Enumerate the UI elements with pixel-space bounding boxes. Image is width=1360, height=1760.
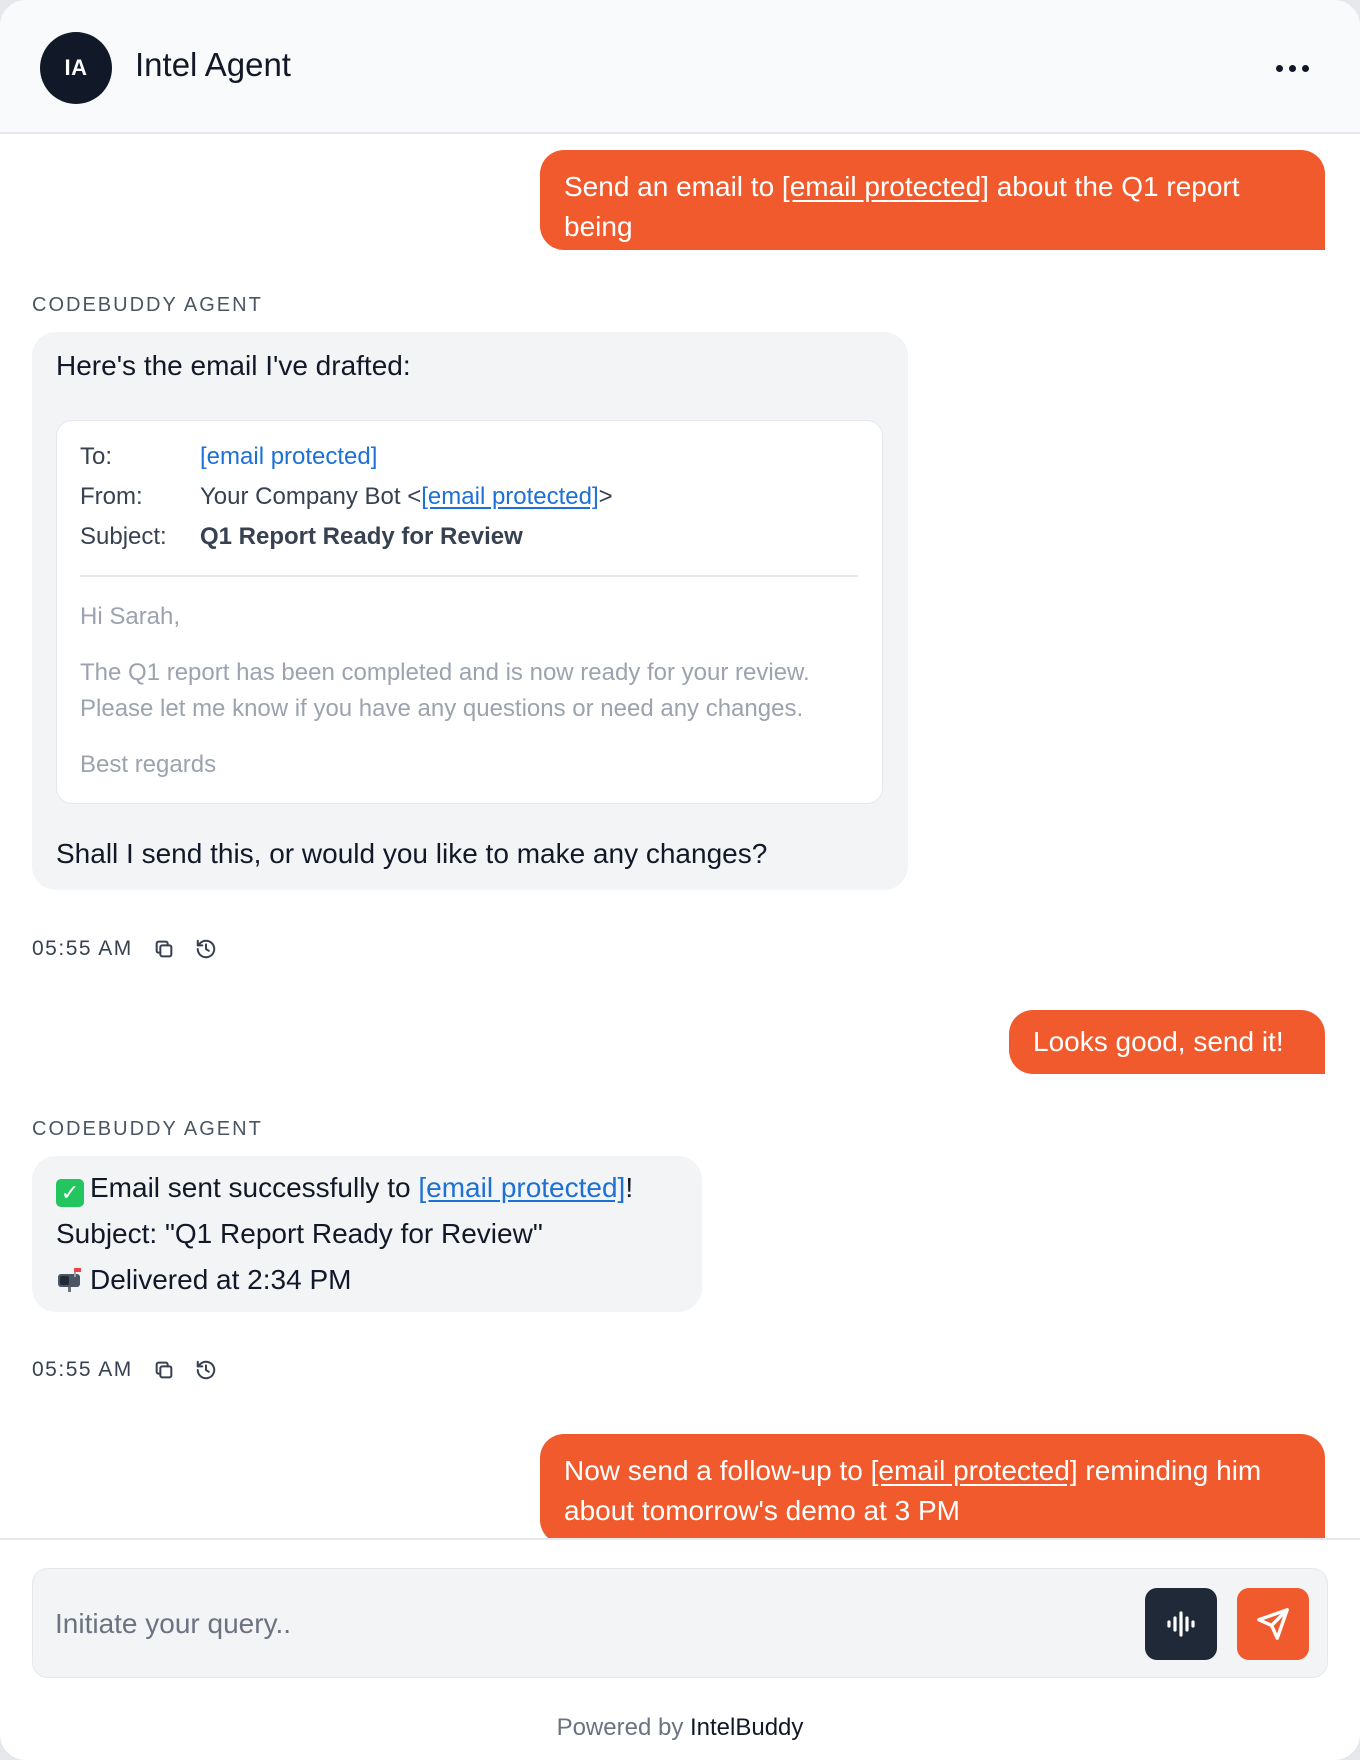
- email-divider: [80, 575, 858, 577]
- history-icon[interactable]: [195, 1359, 217, 1381]
- email-body-line: Please let me know if you have any quest…: [80, 695, 804, 722]
- email-from-name: Your Company Bot <: [200, 483, 422, 510]
- chat-header: IA Intel Agent: [0, 0, 1360, 134]
- message-text: Send an email to: [564, 171, 782, 202]
- message-timestamp: 05:55 AM: [32, 1358, 133, 1381]
- history-icon[interactable]: [195, 938, 217, 960]
- message-text: Shall I send this, or would you like to …: [56, 838, 768, 869]
- message-text-segment: Delivered at 2:34 PM: [90, 1264, 352, 1295]
- more-options-button[interactable]: [1264, 52, 1320, 84]
- message-meta: 05:55 AM: [32, 937, 217, 961]
- powered-by: Powered by IntelBuddy: [0, 1714, 1360, 1742]
- message-text-segment: !: [625, 1172, 634, 1203]
- message-list[interactable]: Send an email to [email protected] about…: [0, 136, 1360, 1538]
- email-to-value[interactable]: [email protected]: [200, 441, 377, 473]
- email-subject-label: Subject:: [80, 523, 167, 550]
- email-from-bracket: >: [598, 483, 613, 510]
- more-horizontal-icon: [1275, 64, 1283, 72]
- email-link[interactable]: [email protected]: [871, 1455, 1078, 1486]
- powered-by-prefix: Powered by: [556, 1714, 690, 1741]
- user-message-line: Send an email to [email protected] about…: [564, 167, 1301, 247]
- message-text: ✓ Email sent successfully to [email prote…: [56, 1168, 633, 1208]
- message-text: Now send a follow-up to: [564, 1455, 871, 1486]
- email-subject-value: Q1 Report Ready for Review: [200, 523, 523, 550]
- more-horizontal-icon-dot: [1288, 64, 1296, 72]
- more-horizontal-icon-dot: [1301, 64, 1309, 72]
- brand-link[interactable]: IntelBuddy: [690, 1714, 803, 1741]
- email-greeting: Hi Sarah,: [80, 603, 181, 630]
- chat-widget: IA Intel Agent Send an email to [email p…: [0, 0, 1360, 1760]
- send-button[interactable]: [1237, 1588, 1309, 1660]
- user-message-line: about tomorrow's demo at 3 PM: [564, 1495, 960, 1526]
- email-body-line: The Q1 report has been completed and is …: [80, 659, 810, 686]
- message-text-segment: Email sent successfully to: [90, 1172, 419, 1203]
- agent-avatar: IA: [40, 32, 112, 104]
- sender-label: CODEBUDDY AGENT: [32, 294, 263, 316]
- send-icon: [1257, 1608, 1289, 1640]
- query-input[interactable]: [55, 1594, 1055, 1654]
- email-to-label: To:: [80, 443, 113, 470]
- message-text: Looks good, send it!: [1033, 1026, 1284, 1057]
- message-text: Delivered at 2:34 PM: [56, 1260, 351, 1300]
- voice-input-button[interactable]: [1145, 1588, 1217, 1660]
- message-meta: 05:55 AM: [32, 1358, 217, 1382]
- sender-label: CODEBUDDY AGENT: [32, 1118, 263, 1140]
- email-from-label: From:: [80, 483, 143, 510]
- user-message-line: ready for review: [564, 251, 764, 282]
- user-message: Send an email to [email protected] about…: [540, 150, 1325, 282]
- composer-area: Powered by IntelBuddy: [0, 1538, 1360, 1760]
- agent-message: Here's the email I've drafted: To: [emai…: [32, 332, 908, 890]
- user-message: Looks good, send it!: [1009, 1010, 1325, 1074]
- agent-name: Intel Agent: [135, 46, 291, 83]
- agent-message: ✓ Email sent successfully to [email prote…: [32, 1156, 702, 1312]
- check-mark-icon: ✓: [56, 1179, 84, 1207]
- email-signoff: Best regards: [80, 751, 217, 778]
- mailbox-icon: [56, 1264, 84, 1292]
- audio-waveform-icon: [1167, 1611, 1195, 1637]
- email-from-link[interactable]: [email protected]: [421, 483, 598, 510]
- copy-icon[interactable]: [153, 938, 175, 960]
- copy-icon[interactable]: [153, 1359, 175, 1381]
- email-link[interactable]: [email protected]: [782, 171, 989, 202]
- email-from-value: Your Company Bot <[email protected]>: [200, 481, 613, 513]
- message-text: reminding him: [1077, 1455, 1262, 1486]
- message-text: Subject: "Q1 Report Ready for Review": [56, 1218, 543, 1249]
- user-message-line: Now send a follow-up to [email protected…: [564, 1451, 1301, 1491]
- email-link[interactable]: [email protected]: [418, 1172, 625, 1203]
- user-message: Now send a follow-up to [email protected…: [540, 1434, 1325, 1538]
- query-input-box: [32, 1568, 1328, 1678]
- message-text: Here's the email I've drafted:: [56, 350, 411, 381]
- message-timestamp: 05:55 AM: [32, 937, 133, 960]
- email-preview-card: To: [email protected] From: Your Company…: [56, 420, 883, 804]
